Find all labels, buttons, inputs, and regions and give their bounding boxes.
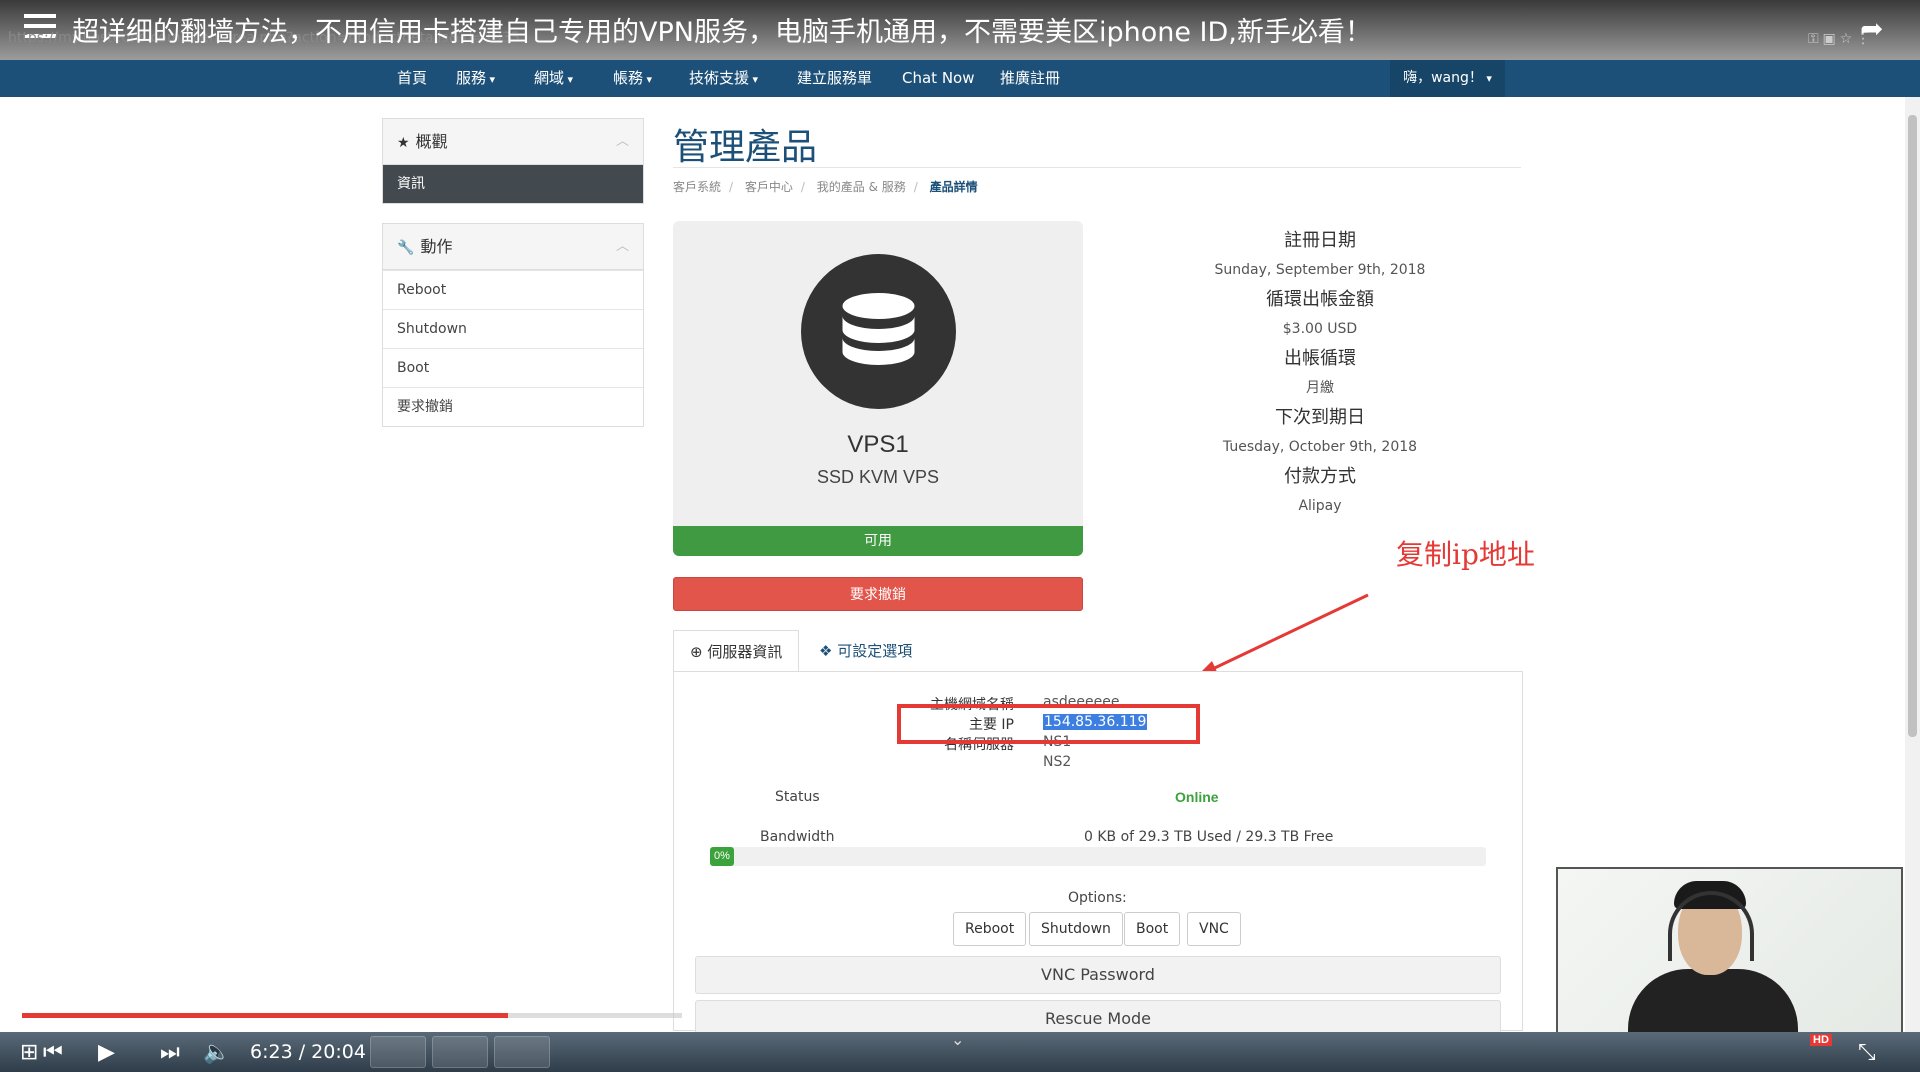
- taskbar-app-icon[interactable]: [494, 1036, 550, 1068]
- due-value: Tuesday, October 9th, 2018: [1222, 439, 1418, 455]
- bandwidth-value: 0 KB of 29.3 TB Used / 29.3 TB Free: [1084, 829, 1334, 845]
- site-nav: 首頁 服務 網域 帳務 技術支援 建立服務單 Chat Now 推廣註冊 嗨，w…: [0, 60, 1920, 97]
- status-label: Status: [775, 789, 820, 805]
- chevron-up-icon[interactable]: ︿: [616, 224, 629, 270]
- volume-icon[interactable]: 🔈: [203, 1032, 230, 1072]
- hd-badge: HD: [1810, 1034, 1832, 1046]
- reg-date-value: Sunday, September 9th, 2018: [1214, 262, 1426, 278]
- sidebar-item-boot[interactable]: Boot: [383, 348, 643, 387]
- options-label: Options:: [1068, 890, 1127, 906]
- breadcrumb: 客戶系統 / 客戶中心 / 我的產品 & 服務 / 產品詳情: [673, 180, 978, 194]
- breadcrumb-item[interactable]: 我的產品 & 服務: [817, 180, 906, 194]
- actions-header[interactable]: 🔧 動作 ︿: [383, 224, 643, 270]
- sidebar-actions-panel: 🔧 動作 ︿ Reboot Shutdown Boot 要求撤銷: [382, 223, 644, 427]
- product-info: 註冊日期 Sunday, September 9th, 2018 循環出帳金額 …: [1190, 226, 1450, 521]
- product-status-badge: 可用: [673, 526, 1083, 556]
- sidebar-item-reboot[interactable]: Reboot: [383, 270, 643, 309]
- request-cancel-button[interactable]: 要求撤銷: [673, 577, 1083, 611]
- play-icon[interactable]: ▶: [98, 1032, 115, 1072]
- nav-billing[interactable]: 帳務: [613, 60, 652, 97]
- video-time: 6:23 / 20:04: [250, 1041, 366, 1063]
- actions-title: 動作: [420, 237, 453, 256]
- video-title-bar: https://my.hosteons.com/clientarea.php?a…: [0, 0, 1920, 60]
- nav-chat-now[interactable]: Chat Now: [902, 60, 975, 97]
- ns2-value: NS2: [1043, 754, 1072, 770]
- video-progress-fill: [22, 1013, 508, 1018]
- reg-date-label: 註冊日期: [1284, 230, 1356, 251]
- cycle-value: 月繳: [1306, 380, 1334, 396]
- overview-header[interactable]: ★ 概觀 ︿: [383, 119, 643, 165]
- nav-affiliates[interactable]: 推廣註冊: [1000, 60, 1060, 97]
- previous-icon[interactable]: ⏮: [43, 1032, 63, 1072]
- wrench-icon: 🔧: [397, 240, 415, 256]
- tab-server-info[interactable]: ⊕ 伺服器資訊: [673, 630, 800, 672]
- payment-label: 付款方式: [1284, 466, 1356, 487]
- page-scrollbar[interactable]: [1905, 97, 1920, 1032]
- recurring-value: $3.00 USD: [1282, 321, 1358, 337]
- shutdown-button[interactable]: Shutdown: [1029, 912, 1123, 946]
- product-card: VPS1 SSD KVM VPS: [673, 221, 1083, 526]
- star-icon: ★: [397, 135, 410, 151]
- nav-domains[interactable]: 網域: [534, 60, 573, 97]
- product-name: VPS1: [847, 431, 909, 458]
- chevron-up-icon[interactable]: ︿: [616, 119, 629, 165]
- nav-open-ticket[interactable]: 建立服務單: [797, 60, 872, 97]
- cycle-label: 出帳循環: [1284, 348, 1356, 369]
- taskbar-app-icon[interactable]: [432, 1036, 488, 1068]
- tab-configurable-options[interactable]: ❖ 可設定選項: [803, 630, 928, 672]
- divider: [673, 167, 1521, 168]
- video-title[interactable]: 超详细的翻墙方法，不用信用卡搭建自己专用的VPN服务，电脑手机通用，不需要美区i…: [72, 10, 1372, 49]
- sidebar-item-cancel[interactable]: 要求撤銷: [383, 387, 643, 426]
- breadcrumb-item[interactable]: 客戶中心: [745, 180, 793, 194]
- nav-services[interactable]: 服務: [456, 60, 495, 97]
- sidebar-item-shutdown[interactable]: Shutdown: [383, 309, 643, 348]
- vnc-button[interactable]: VNC: [1187, 912, 1241, 946]
- product-type: SSD KVM VPS: [816, 467, 940, 487]
- due-label: 下次到期日: [1275, 407, 1365, 428]
- nav-support[interactable]: 技術支援: [689, 60, 758, 97]
- annotation-text: 复制ip地址: [1396, 538, 1535, 571]
- scrollbar-thumb[interactable]: [1908, 115, 1917, 737]
- user-menu[interactable]: 嗨，wang！: [1390, 60, 1505, 97]
- exit-fullscreen-icon[interactable]: ⤡: [1858, 1032, 1876, 1072]
- cubes-icon: ❖: [819, 642, 838, 660]
- bandwidth-progress-fill: 0%: [710, 847, 734, 866]
- page-title: 管理產品: [673, 127, 818, 168]
- breadcrumb-item[interactable]: 客戶系統: [673, 180, 721, 194]
- breadcrumb-current: 產品詳情: [929, 180, 978, 194]
- start-icon[interactable]: ⊞: [20, 1032, 38, 1072]
- next-icon[interactable]: ⏭: [160, 1032, 180, 1072]
- sidebar-overview-panel: ★ 概觀 ︿ 資訊: [382, 118, 644, 204]
- recurring-label: 循環出帳金額: [1266, 289, 1374, 310]
- boot-button[interactable]: Boot: [1124, 912, 1181, 946]
- share-icon[interactable]: ➦: [1860, 12, 1883, 45]
- database-icon: [801, 254, 956, 409]
- sidebar-item-info[interactable]: 資訊: [383, 165, 643, 203]
- payment-value: Alipay: [1298, 498, 1342, 514]
- status-online: Online: [1175, 789, 1219, 805]
- detail-tabs: ⊕ 伺服器資訊 ❖ 可設定選項: [673, 630, 1523, 672]
- chevron-down-icon[interactable]: ⌄: [951, 1030, 964, 1050]
- overview-title: 概觀: [415, 132, 448, 151]
- globe-icon: ⊕: [690, 643, 708, 661]
- taskbar-app-icon[interactable]: [370, 1036, 426, 1068]
- annotation-highlight-box: [897, 704, 1200, 744]
- video-progress-bar[interactable]: [22, 1013, 682, 1018]
- nav-home[interactable]: 首頁: [397, 60, 427, 97]
- bandwidth-progress: 0%: [710, 847, 1486, 866]
- bandwidth-label: Bandwidth: [760, 829, 835, 845]
- player-controls: ⊞ ⏮ ▶ ⏭ 🔈 6:23 / 20:04 ⌄: [0, 1032, 1920, 1072]
- vnc-password-button[interactable]: VNC Password: [695, 956, 1501, 994]
- reboot-button[interactable]: Reboot: [953, 912, 1027, 946]
